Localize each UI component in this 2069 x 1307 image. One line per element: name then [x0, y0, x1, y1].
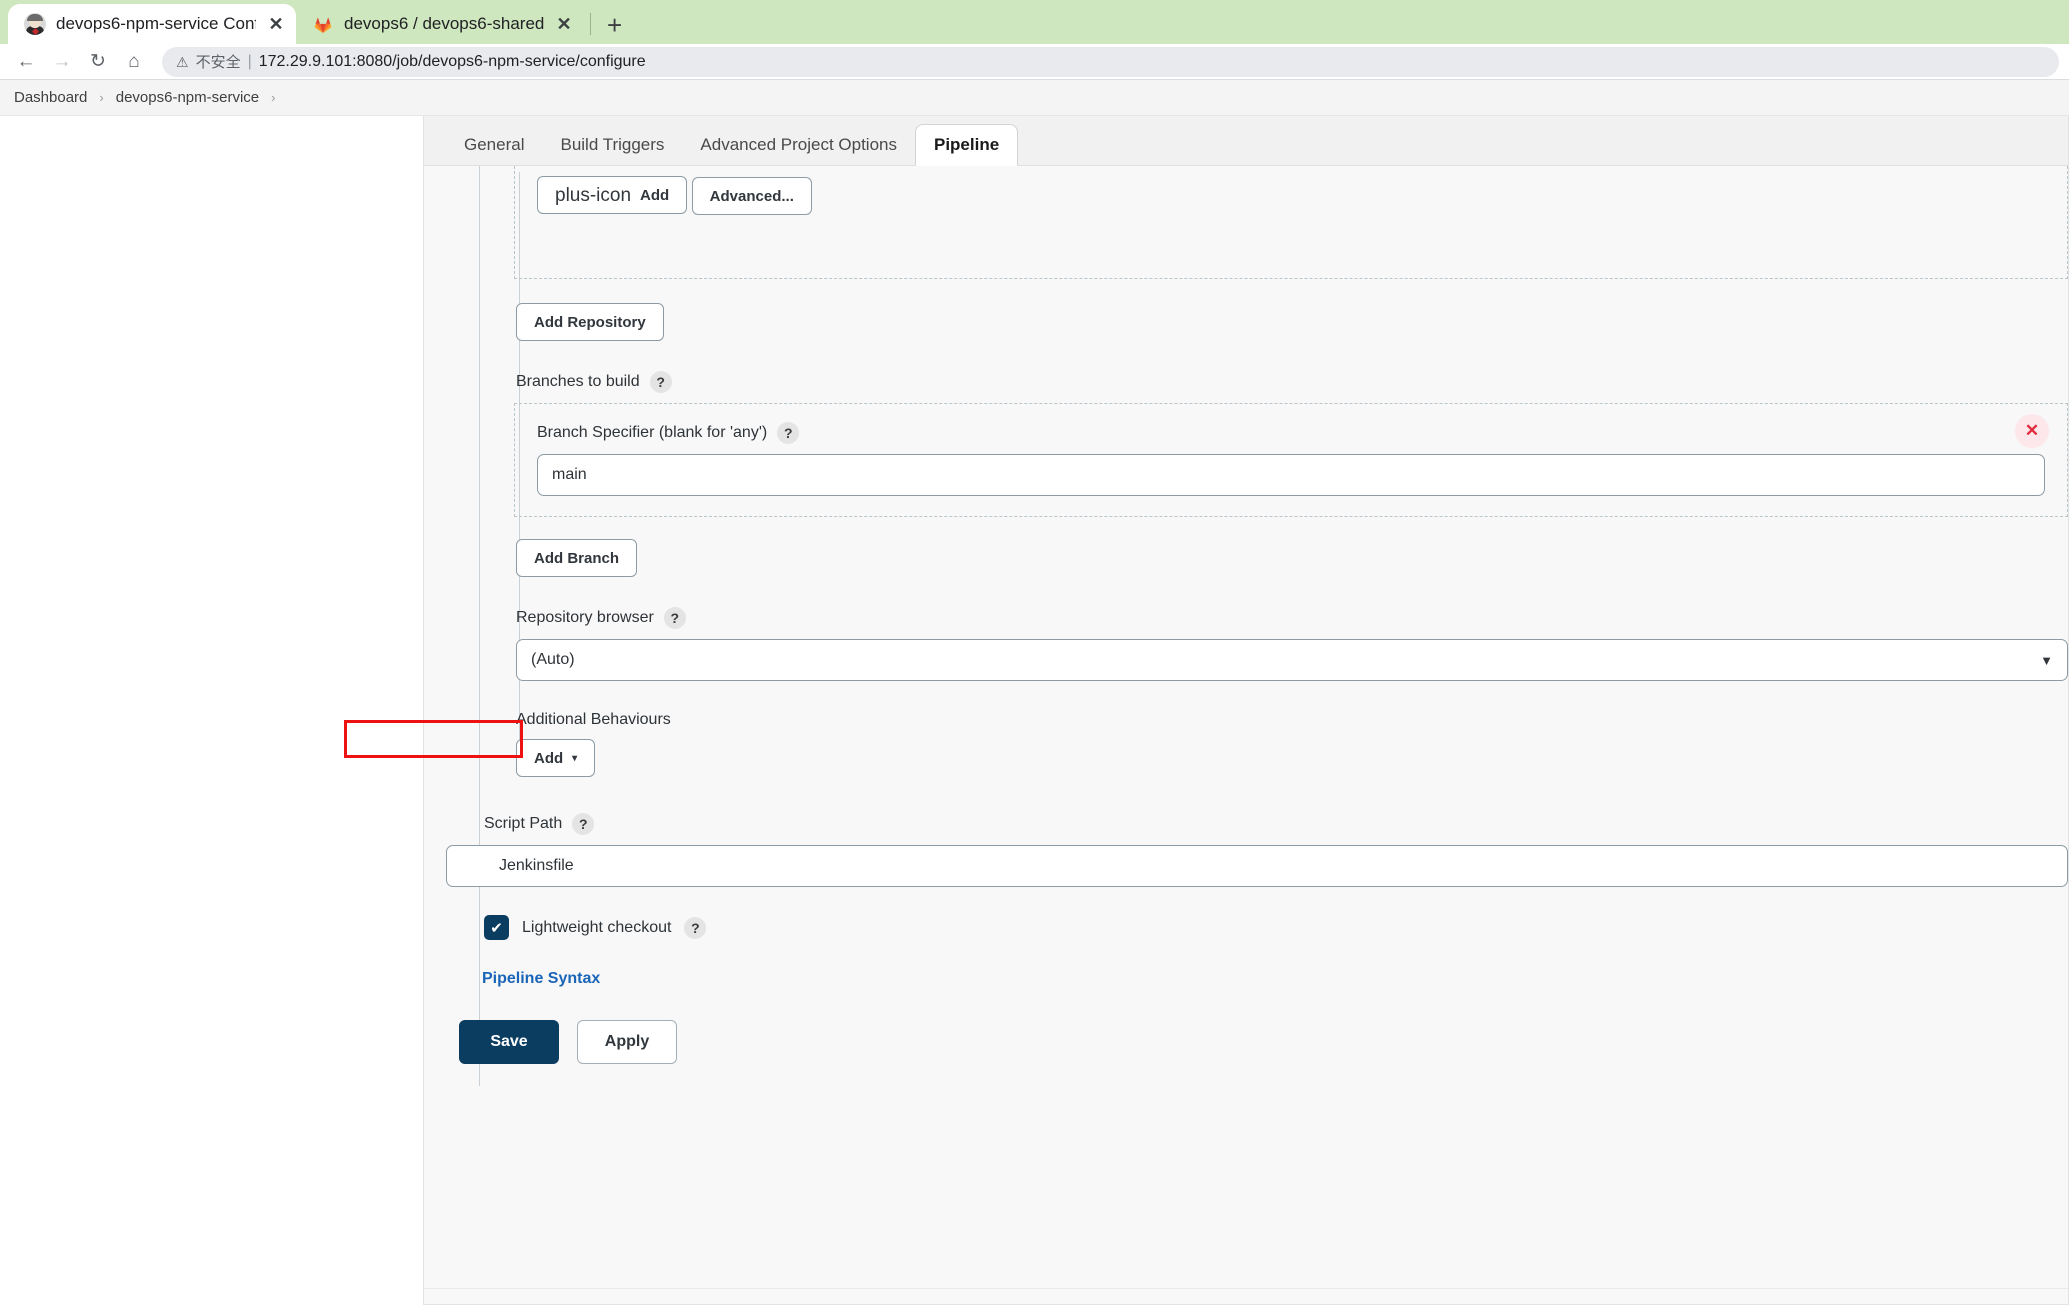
lightweight-checkout-row[interactable]: ✔ Lightweight checkout ?	[484, 915, 2068, 940]
help-icon[interactable]: ?	[663, 607, 686, 629]
repository-browser-label: Repository browser ?	[516, 607, 2068, 629]
branch-specifier-text: Branch Specifier (blank for 'any')	[537, 424, 768, 441]
script-path-text: Script Path	[484, 815, 563, 832]
close-icon[interactable]: ✕	[266, 15, 286, 33]
additional-behaviours-text: Additional Behaviours	[516, 711, 671, 728]
form-fields: plus-icon Add Advanced... Add Repository…	[424, 166, 2068, 1064]
branch-specifier-label: Branch Specifier (blank for 'any') ?	[537, 422, 2045, 444]
repository-browser-value: (Auto)	[531, 651, 575, 668]
branch-specifier-input[interactable]: main	[537, 454, 2045, 496]
branches-to-build-text: Branches to build	[516, 373, 640, 390]
forward-icon[interactable]: →	[46, 46, 78, 78]
add-repository-button[interactable]: Add Repository	[516, 303, 664, 341]
tab-advanced-project-options[interactable]: Advanced Project Options	[682, 125, 915, 165]
tab-general[interactable]: General	[446, 125, 542, 165]
browser-tab-2[interactable]: devops6 / devops6-shared-lib ✕	[296, 4, 584, 44]
repository-browser-select[interactable]: (Auto) ▼	[516, 639, 2068, 681]
caret-down-icon: ▾	[572, 752, 578, 764]
apply-button[interactable]: Apply	[577, 1020, 677, 1064]
advanced-button[interactable]: Advanced...	[691, 177, 812, 215]
back-icon[interactable]: ←	[10, 46, 42, 78]
browser-tabstrip: devops6-npm-service Config [ ✕ devops6 /…	[0, 0, 2069, 44]
omnibox-separator: |	[247, 52, 252, 70]
chevron-right-icon: ›	[99, 90, 104, 105]
panel-bottom-edge	[424, 1288, 2068, 1304]
browser-toolbar: ← → ↻ ⌂ ⚠ 不安全 | 172.29.9.101:8080/job/de…	[0, 44, 2069, 80]
reload-icon[interactable]: ↻	[82, 46, 114, 78]
add-button-label: Add	[640, 186, 670, 204]
address-bar[interactable]: ⚠ 不安全 | 172.29.9.101:8080/job/devops6-np…	[162, 46, 2059, 77]
branches-to-build-label: Branches to build ?	[516, 371, 2068, 393]
new-tab-button[interactable]: +	[597, 12, 636, 44]
plus-icon: plus-icon	[555, 184, 632, 206]
lightweight-checkout-label: Lightweight checkout	[522, 918, 672, 936]
branch-specifier-group: ✕ Branch Specifier (blank for 'any') ? m…	[514, 403, 2068, 517]
submit-bar: Save Apply	[424, 1020, 2068, 1064]
breadcrumb-item-dashboard[interactable]: Dashboard	[14, 89, 87, 106]
page-body: General Build Triggers Advanced Project …	[0, 116, 2069, 1305]
close-icon[interactable]: ✕	[554, 15, 574, 33]
add-credentials-button[interactable]: plus-icon Add	[537, 176, 688, 214]
script-path-input[interactable]: Jenkinsfile	[446, 845, 2068, 887]
script-path-label: Script Path ?	[484, 813, 2068, 835]
url-text: 172.29.9.101:8080/job/devops6-npm-servic…	[258, 52, 646, 70]
sidebar	[0, 116, 423, 1305]
tab-divider	[590, 13, 591, 35]
browser-tab-1-title: devops6-npm-service Config [	[56, 14, 256, 33]
additional-behaviours-label: Additional Behaviours	[516, 711, 2068, 729]
add-behaviour-button[interactable]: Add ▾	[516, 739, 596, 777]
breadcrumb: Dashboard › devops6-npm-service ›	[0, 80, 2069, 116]
jenkins-icon	[24, 13, 46, 35]
chevron-down-icon: ▼	[2040, 652, 2053, 668]
page-content: Dashboard › devops6-npm-service › Genera…	[0, 80, 2069, 1306]
add-behaviour-label: Add	[534, 749, 564, 767]
security-status-text: 不安全	[195, 54, 241, 71]
gitlab-icon	[312, 13, 334, 35]
tab-pipeline[interactable]: Pipeline	[914, 124, 1019, 166]
browser-window: devops6-npm-service Config [ ✕ devops6 /…	[0, 0, 2069, 1307]
scm-credentials-group: plus-icon Add Advanced...	[514, 166, 2068, 279]
browser-tab-1[interactable]: devops6-npm-service Config [ ✕	[8, 4, 296, 44]
delete-branch-button[interactable]: ✕	[2015, 414, 2049, 448]
chevron-right-icon: ›	[271, 90, 276, 105]
tab-build-triggers[interactable]: Build Triggers	[542, 125, 682, 165]
lightweight-checkout-checkbox[interactable]: ✔	[484, 915, 509, 940]
config-tabbar: General Build Triggers Advanced Project …	[424, 116, 2068, 166]
help-icon[interactable]: ?	[684, 916, 707, 939]
help-icon[interactable]: ?	[777, 422, 800, 444]
browser-tab-2-title: devops6 / devops6-shared-lib	[344, 14, 544, 33]
configure-panel: General Build Triggers Advanced Project …	[423, 116, 2069, 1305]
help-icon[interactable]: ?	[649, 371, 672, 393]
breadcrumb-item-job[interactable]: devops6-npm-service	[116, 89, 259, 106]
pipeline-syntax-link[interactable]: Pipeline Syntax	[482, 970, 600, 987]
home-icon[interactable]: ⌂	[118, 46, 150, 78]
save-button[interactable]: Save	[459, 1020, 559, 1064]
repository-browser-text: Repository browser	[516, 609, 654, 626]
pipeline-form: plus-icon Add Advanced... Add Repository…	[424, 166, 2068, 1303]
add-branch-button[interactable]: Add Branch	[516, 539, 638, 577]
help-icon[interactable]: ?	[572, 813, 595, 835]
warning-icon: ⚠	[176, 53, 189, 70]
